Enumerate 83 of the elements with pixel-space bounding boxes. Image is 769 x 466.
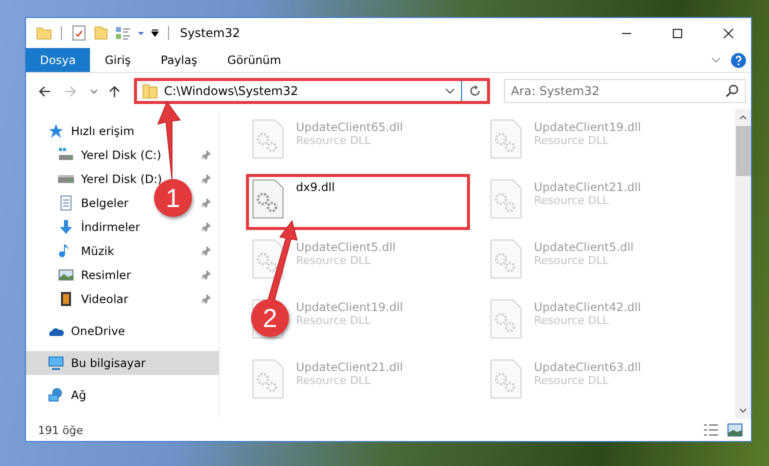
- list-view-icon[interactable]: [115, 25, 131, 41]
- pin-icon[interactable]: [201, 246, 211, 256]
- up-arrow-icon[interactable]: [108, 84, 121, 98]
- network-icon: [48, 387, 64, 403]
- ribbon-tab[interactable]: Görünüm: [212, 48, 296, 72]
- file-name: UpdateClient19.dll: [534, 120, 641, 134]
- file-name: UpdateClient65.dll: [296, 120, 403, 134]
- back-arrow-icon[interactable]: [38, 84, 51, 98]
- dll-file-icon: [490, 299, 522, 339]
- sidebar-item[interactable]: OneDrive: [26, 319, 219, 343]
- chevron-down-icon[interactable]: [445, 86, 455, 96]
- sidebar-item[interactable]: Belgeler: [81, 196, 129, 210]
- file-type: Resource DLL: [534, 314, 610, 327]
- folder-icon: [142, 83, 158, 99]
- file-name: UpdateClient63.dll: [534, 360, 641, 374]
- scroll-thumb[interactable]: [736, 126, 750, 176]
- customize-icon[interactable]: [151, 29, 159, 37]
- properties-icon[interactable]: [71, 25, 87, 41]
- close-icon[interactable]: [723, 28, 734, 38]
- star-icon: [48, 123, 64, 139]
- file-name: dx9.dll: [296, 180, 335, 194]
- sidebar-item[interactable]: Bu bilgisayar: [26, 351, 219, 375]
- sidebar-item[interactable]: Resimler: [81, 268, 131, 282]
- search-field[interactable]: Ara: System32: [504, 79, 746, 103]
- sidebar-item[interactable]: Yerel Disk (C:): [81, 148, 162, 162]
- sidebar-item[interactable]: Ağ: [26, 383, 219, 407]
- computer-icon: [48, 355, 64, 371]
- file-type: Resource DLL: [534, 134, 610, 147]
- item-count: 191 öğe: [38, 424, 83, 436]
- search-icon[interactable]: [725, 84, 739, 98]
- file-type: Resource DLL: [534, 254, 610, 267]
- pin-icon[interactable]: [201, 174, 211, 184]
- download-icon: [58, 219, 74, 235]
- address-path: C:\Windows\System32: [164, 84, 300, 98]
- address-field[interactable]: C:\Windows\System32: [134, 78, 490, 104]
- pin-icon[interactable]: [201, 198, 211, 208]
- ribbon-tab[interactable]: Paylaş: [146, 48, 212, 72]
- document-icon: [58, 195, 74, 211]
- sidebar-item[interactable]: Videolar: [81, 292, 128, 306]
- file-name: UpdateClient21.dll: [296, 360, 403, 374]
- dll-file-icon: [490, 119, 522, 159]
- pin-icon[interactable]: [201, 294, 211, 304]
- pin-icon[interactable]: [201, 222, 211, 232]
- scrollbar[interactable]: [735, 109, 751, 419]
- details-view-icon[interactable]: [703, 422, 719, 438]
- picture-icon: [58, 267, 74, 283]
- dropdown-icon[interactable]: [137, 29, 145, 37]
- dll-file-icon: [252, 179, 284, 219]
- maximize-icon[interactable]: [672, 28, 683, 38]
- dll-file-icon: [252, 119, 284, 159]
- scroll-down-icon[interactable]: [739, 406, 747, 414]
- file-name: UpdateClient5.dll: [296, 240, 396, 254]
- sidebar-item[interactable]: Hızlı erişim: [26, 119, 219, 143]
- file-menu-tab[interactable]: Dosya: [26, 48, 90, 72]
- highlighted-file-item[interactable]: dx9.dll: [246, 174, 470, 230]
- file-type: Resource DLL: [296, 134, 372, 147]
- video-icon: [58, 291, 74, 307]
- file-name: UpdateClient21.dll: [534, 180, 641, 194]
- ribbon-tab[interactable]: Giriş: [90, 48, 146, 72]
- pin-icon[interactable]: [201, 150, 211, 160]
- dll-file-icon: [490, 359, 522, 399]
- file-name: UpdateClient5.dll: [534, 240, 634, 254]
- file-name: UpdateClient42.dll: [534, 300, 641, 314]
- dll-file-icon: [490, 179, 522, 219]
- file-type: Resource DLL: [296, 314, 372, 327]
- file-type: Resource DLL: [296, 374, 372, 387]
- file-type: Resource DLL: [296, 254, 372, 267]
- window-title: System32: [180, 26, 240, 40]
- file-type: Resource DLL: [534, 374, 610, 387]
- help-icon[interactable]: [731, 52, 746, 68]
- file-type: Resource DLL: [534, 194, 610, 207]
- dll-file-icon: [490, 239, 522, 279]
- refresh-icon[interactable]: [468, 84, 482, 98]
- scroll-up-icon[interactable]: [739, 114, 747, 122]
- thumbnail-view-icon[interactable]: [727, 422, 743, 438]
- file-name: UpdateClient19.dll: [296, 300, 403, 314]
- pin-icon[interactable]: [201, 270, 211, 280]
- drive-icon: [58, 175, 74, 183]
- sidebar-item[interactable]: İndirmeler: [81, 220, 140, 234]
- sidebar-item[interactable]: Müzik: [81, 244, 114, 258]
- chevron-down-icon[interactable]: [90, 87, 98, 95]
- system-drive-icon: [58, 147, 74, 163]
- dll-file-icon: [252, 359, 284, 399]
